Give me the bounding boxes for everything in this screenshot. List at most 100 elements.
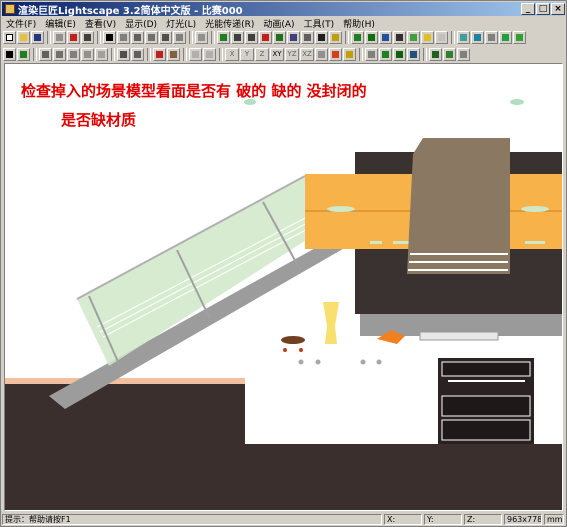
rotate-button[interactable] [287,31,300,44]
tree-icon [446,51,453,58]
material-button[interactable] [173,31,186,44]
toolbar-separator [359,48,363,61]
render-mode-3-button[interactable] [379,31,392,44]
plane-xz-button[interactable]: XZ [300,48,314,61]
invert-selection-button[interactable] [117,48,130,61]
light-view-button[interactable] [329,31,342,44]
cursor-help-icon [84,34,91,41]
stool [298,359,304,365]
help-icon [70,34,77,41]
person-button[interactable] [429,48,442,61]
texture-edit-icon [346,51,353,58]
close-button[interactable]: × [551,3,565,15]
group-button[interactable] [159,31,172,44]
radiosity-init-button[interactable] [471,31,484,44]
ray-trace-button[interactable] [485,31,498,44]
render-mode-1-button[interactable] [351,31,364,44]
light-list-button[interactable] [393,48,406,61]
redo-button[interactable] [203,48,216,61]
block-icon [148,34,155,41]
zoom-window-button[interactable] [245,31,258,44]
zoom-icon [234,34,241,41]
save-icon [34,34,41,41]
block-button[interactable] [145,31,158,44]
block-list-icon [410,51,417,58]
orbit-icon [220,34,227,41]
wireframe-icon [354,34,361,41]
render-mode-7-button[interactable] [435,31,448,44]
oven-panel [441,361,531,377]
select-layer-button[interactable] [53,48,66,61]
zoom-button[interactable] [231,31,244,44]
deselect-button[interactable] [131,48,144,61]
status-y: Y: [424,514,462,525]
open-file-button[interactable] [17,31,30,44]
options-button[interactable] [457,48,470,61]
maximize-button[interactable]: □ [536,3,550,15]
toolbar-separator [111,48,115,61]
plane-xy-button[interactable]: XY [270,48,284,61]
layers-button[interactable] [131,31,144,44]
render-mode-4-button[interactable] [393,31,406,44]
radiosity-button[interactable] [457,31,470,44]
print-button[interactable] [53,31,66,44]
toolbar-main [3,29,564,46]
minimize-button[interactable]: _ [521,3,535,15]
select-light-button[interactable] [95,48,108,61]
render-viewport[interactable]: 检查掉入的场景模型看面是否有 破的 缺的 没封闭的 是否缺材质 [4,63,563,511]
table-button[interactable] [365,48,378,61]
fruit [283,348,287,352]
walk-button[interactable] [273,31,286,44]
render-mode-6-button[interactable] [421,31,434,44]
undo-button[interactable] [189,48,202,61]
copy-button[interactable] [117,31,130,44]
select-block-button[interactable] [81,48,94,61]
axis-x-button[interactable]: X [225,48,239,61]
stool [315,359,321,365]
help-button[interactable] [67,31,80,44]
fit-button[interactable] [301,31,314,44]
title-bar[interactable]: 渲染巨匠Lightscape 3.2简体中文版 - 比赛000 [2,2,565,17]
cabinet-light [525,241,545,244]
texture-edit-button[interactable] [343,48,356,61]
camera-icon [318,34,325,41]
snap-button[interactable] [315,48,328,61]
select-surface-button[interactable] [17,48,30,61]
select-button[interactable] [103,31,116,44]
move-button[interactable] [153,48,166,61]
axis-y-button[interactable]: Y [240,48,254,61]
new-file-button[interactable] [3,31,16,44]
palette-icon [332,51,339,58]
plane-yz-button[interactable]: YZ [285,48,299,61]
select-material-button[interactable] [67,48,80,61]
process-button[interactable] [499,31,512,44]
select-all-button[interactable] [39,48,52,61]
ceiling-light [510,99,524,105]
save-button[interactable] [31,31,44,44]
block-list-button[interactable] [407,48,420,61]
deselect-icon [134,51,141,58]
new-file-icon [6,34,13,41]
bowl [281,336,305,344]
pan-icon [262,34,269,41]
pointer-button[interactable] [3,48,16,61]
cabinet-light [521,206,549,212]
orbit-button[interactable] [217,31,230,44]
cube-button[interactable] [513,31,526,44]
camera-list-button[interactable] [379,48,392,61]
status-unit: mm [544,514,564,525]
axis-z-button[interactable]: Z [255,48,269,61]
toolbar-separator [345,31,349,44]
view-tool-button[interactable] [195,31,208,44]
cabinet-light [370,241,382,244]
process-icon [502,34,509,41]
context-help-button[interactable] [81,31,94,44]
scale-button[interactable] [167,48,180,61]
render-mode-5-button[interactable] [407,31,420,44]
render-mode-2-button[interactable] [365,31,378,44]
camera-button[interactable] [315,31,328,44]
pan-button[interactable] [259,31,272,44]
status-resolution: 963x778 [504,514,542,525]
tree-button[interactable] [443,48,456,61]
material-edit-button[interactable] [329,48,342,61]
